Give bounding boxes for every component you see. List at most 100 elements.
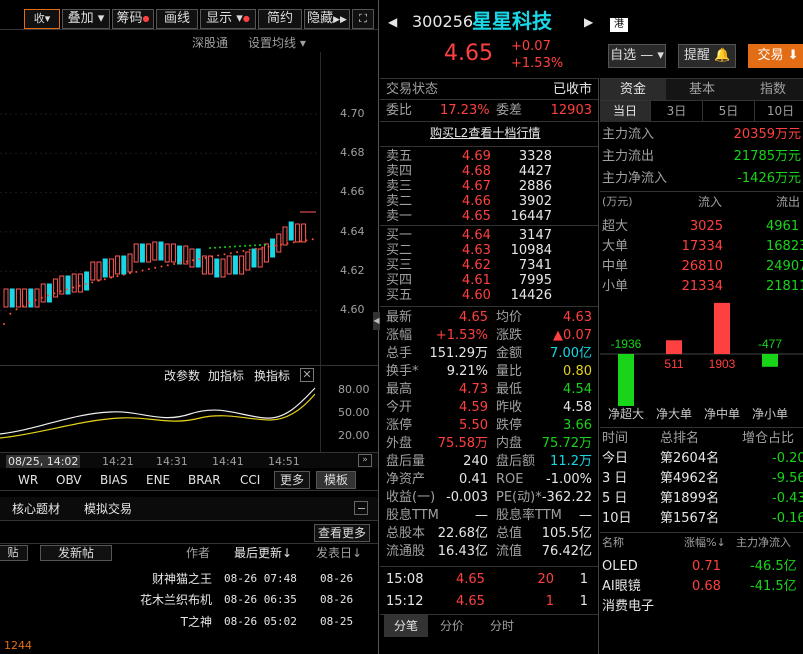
tab-obv[interactable]: OBV <box>56 474 82 486</box>
prev-stock-icon[interactable]: ◀ <box>388 16 397 28</box>
net-flow-value: 511 <box>664 357 683 371</box>
sell-level-price: 4.66 <box>462 194 491 209</box>
rank-value: 第1899名 <box>660 491 720 506</box>
stat-value: 4.58 <box>563 400 592 415</box>
chips-button[interactable]: 筹码● <box>112 9 154 29</box>
trade-button[interactable]: 交易 ⬇ <box>748 44 803 68</box>
switch-indicator-button[interactable]: 换指标 <box>254 370 290 382</box>
post-date-column-header[interactable]: 发表日↓ <box>316 547 362 559</box>
scroll-right-icon[interactable]: » <box>358 454 372 467</box>
candle <box>288 221 294 241</box>
candle <box>15 288 21 308</box>
tick-count: 1 <box>579 572 588 587</box>
template-button[interactable]: 模板 <box>316 471 356 489</box>
rank-time-header: 时间 <box>602 431 629 446</box>
level2-upsell-link[interactable]: 购买L2查看十档行情 <box>430 127 540 139</box>
sector-row[interactable]: AI眼镜 0.68 -41.5亿 <box>600 579 803 597</box>
post-button-edge[interactable]: 贴 <box>0 545 28 561</box>
tab-time-share[interactable]: 分时 <box>490 620 514 632</box>
buy-level-volume: 14426 <box>510 288 552 303</box>
ma-dot <box>84 283 87 286</box>
candle <box>34 288 40 308</box>
tab-5-days[interactable]: 5日 <box>702 101 754 122</box>
ma-dot <box>66 288 68 291</box>
tab-fund[interactable]: 资金 <box>600 79 666 101</box>
rank-period: 5 日 <box>602 491 628 506</box>
stat-label: 流值 <box>496 544 523 559</box>
time-axis-label: 14:51 <box>268 455 300 468</box>
notification-dot-icon: ● <box>142 14 150 23</box>
candle <box>152 241 158 261</box>
ma-dot <box>135 270 138 273</box>
tab-brar[interactable]: BRAR <box>188 474 221 486</box>
new-post-button[interactable]: 发新帖 <box>40 545 112 561</box>
candle <box>158 241 164 261</box>
post-updated: 08-26 07:48 <box>224 572 297 585</box>
candle <box>40 283 46 303</box>
tab-10-days[interactable]: 10日 <box>754 101 803 122</box>
net-flow-label: 净中单 <box>704 406 740 421</box>
list-item[interactable]: 财神猫之王 08-26 07:48 08-26 <box>0 571 378 589</box>
hide-button[interactable]: 隐藏▶▶ <box>304 9 350 29</box>
ma-dot <box>129 272 131 275</box>
stat-label: 最新 <box>386 310 413 325</box>
stat-label: 最低 <box>496 382 523 397</box>
stat-label: 盘后额 <box>496 454 536 469</box>
tab-simulated-trade[interactable]: 模拟交易 <box>84 503 132 515</box>
tab-3-days[interactable]: 3日 <box>650 101 702 122</box>
fund-flow-value: 20359万元 <box>733 127 801 142</box>
collapse-handle-icon[interactable]: ◀ <box>373 312 380 330</box>
stat-value: 9.21% <box>446 364 488 379</box>
stock-connect-link[interactable]: 深股通 <box>192 37 228 49</box>
tab-cci[interactable]: CCI <box>240 474 260 486</box>
ma-dot <box>53 292 56 295</box>
stat-label: 涨幅 <box>386 328 413 343</box>
sector-row[interactable]: OLED 0.71 -46.5亿 <box>600 559 803 577</box>
simple-button[interactable]: 简约 <box>258 9 302 29</box>
ma-dot <box>242 249 245 252</box>
ma-dot <box>97 279 100 282</box>
add-indicator-button[interactable]: 加指标 <box>208 370 244 382</box>
list-item[interactable]: 花木兰织布机 08-26 06:35 08-26 <box>0 592 378 610</box>
bell-icon: 🔔 <box>713 48 731 63</box>
close-icon[interactable]: ✕ <box>300 368 314 382</box>
tab-ene[interactable]: ENE <box>146 474 170 486</box>
price-axis-label: 4.60 <box>340 303 365 316</box>
tab-price-distribution[interactable]: 分价 <box>440 620 464 632</box>
tab-index[interactable]: 指数 <box>738 79 803 101</box>
last-update-column-header[interactable]: 最后更新↓ <box>234 547 292 559</box>
fund-row-out: 4961 <box>766 219 800 234</box>
net-flow-value: -477 <box>758 337 782 351</box>
rank-change: -0.16% <box>772 511 803 526</box>
buy-level-label: 买二 <box>386 243 413 258</box>
tab-core-topics[interactable]: 核心题材 <box>12 503 60 515</box>
tab-today[interactable]: 当日 <box>600 101 650 122</box>
sector-row[interactable]: 消费电子 <box>600 599 803 617</box>
minimize-icon[interactable] <box>354 501 368 515</box>
stat-value: 16.43亿 <box>437 544 488 559</box>
draw-line-button[interactable]: 画线 <box>156 9 198 29</box>
candle <box>9 288 15 308</box>
tab-ticks[interactable]: 分笔 <box>384 615 428 637</box>
watchlist-button[interactable]: 自选 — ▾ <box>608 44 666 68</box>
tab-basic[interactable]: 基本 <box>666 79 738 101</box>
list-item[interactable]: T之神 08-26 05:02 08-25 <box>0 614 378 632</box>
alert-button[interactable]: 提醒 🔔 <box>678 44 736 68</box>
ma-dot <box>209 247 211 249</box>
overlay-button[interactable]: 叠加 ▾ <box>62 9 110 29</box>
trade-status-row: 交易状态 已收市 <box>380 78 598 100</box>
tab-wr[interactable]: WR <box>18 474 38 486</box>
modify-params-button[interactable]: 改参数 <box>164 370 200 382</box>
indicator-axis-label: 20.00 <box>338 429 370 442</box>
next-stock-icon[interactable]: ▶ <box>584 16 593 28</box>
fund-row-in: 3025 <box>689 219 723 234</box>
tab-bias[interactable]: BIAS <box>100 474 128 486</box>
price-chart <box>0 113 320 325</box>
ma-settings-button[interactable]: 设置均线 ▾ <box>248 37 306 49</box>
display-button[interactable]: 显示 ▾● <box>200 9 256 29</box>
view-more-button[interactable]: 查看更多 <box>314 524 370 542</box>
toolbar-item-0[interactable]: 收▾ <box>24 9 60 29</box>
more-button[interactable]: 更多 <box>274 471 310 489</box>
candle <box>232 255 238 275</box>
fullscreen-icon[interactable]: ⛶ <box>352 9 374 29</box>
